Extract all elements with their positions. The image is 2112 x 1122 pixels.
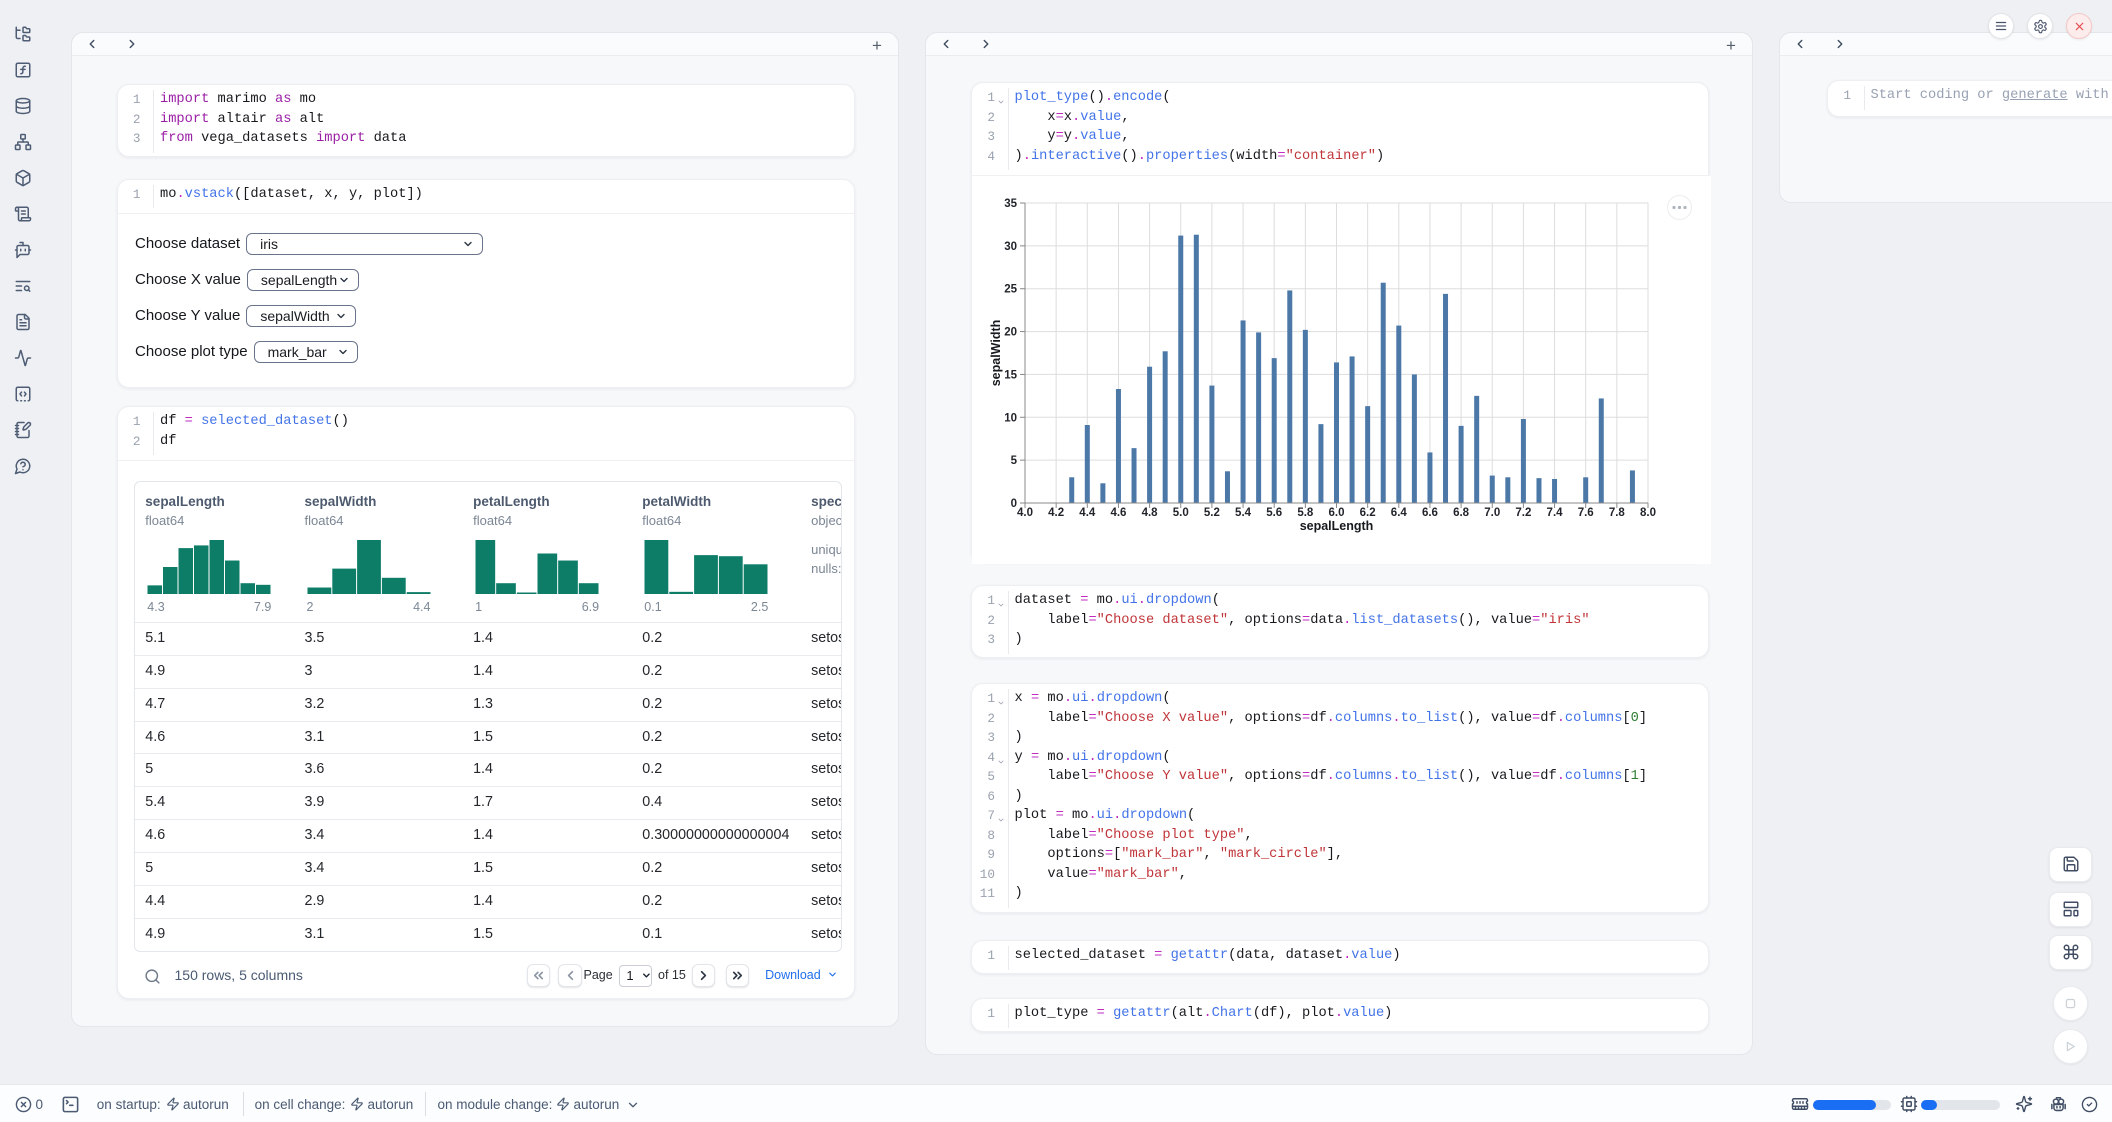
svg-text:7.2: 7.2 — [1515, 507, 1531, 519]
svg-text:7.4: 7.4 — [1547, 507, 1564, 519]
svg-text:5.8: 5.8 — [1297, 507, 1314, 519]
svg-text:6.6: 6.6 — [1422, 507, 1438, 519]
svg-text:15: 15 — [1004, 369, 1017, 381]
svg-text:4.0: 4.0 — [1017, 507, 1033, 519]
svg-text:4.6: 4.6 — [1110, 507, 1126, 519]
svg-text:30: 30 — [1004, 241, 1017, 253]
svg-text:5.4: 5.4 — [1235, 507, 1252, 519]
svg-text:5: 5 — [1011, 455, 1018, 467]
svg-text:7.8: 7.8 — [1609, 507, 1626, 519]
svg-text:6.2: 6.2 — [1360, 507, 1376, 519]
svg-text:6.0: 6.0 — [1329, 507, 1345, 519]
svg-text:5.0: 5.0 — [1173, 507, 1189, 519]
svg-text:4.2: 4.2 — [1048, 507, 1064, 519]
svg-text:10: 10 — [1004, 412, 1017, 424]
svg-text:20: 20 — [1004, 327, 1017, 339]
svg-text:sepalWidth: sepalWidth — [989, 320, 1003, 387]
svg-text:7.0: 7.0 — [1484, 507, 1500, 519]
svg-text:25: 25 — [1004, 284, 1017, 296]
svg-text:35: 35 — [1004, 198, 1017, 210]
svg-text:8.0: 8.0 — [1640, 507, 1656, 519]
svg-text:6.4: 6.4 — [1391, 507, 1408, 519]
svg-text:5.2: 5.2 — [1204, 507, 1220, 519]
svg-text:5.6: 5.6 — [1266, 507, 1282, 519]
svg-text:7.6: 7.6 — [1578, 507, 1594, 519]
svg-text:4.4: 4.4 — [1079, 507, 1096, 519]
svg-text:4.8: 4.8 — [1142, 507, 1159, 519]
svg-text:6.8: 6.8 — [1453, 507, 1470, 519]
svg-text:sepalLength: sepalLength — [1300, 519, 1374, 533]
